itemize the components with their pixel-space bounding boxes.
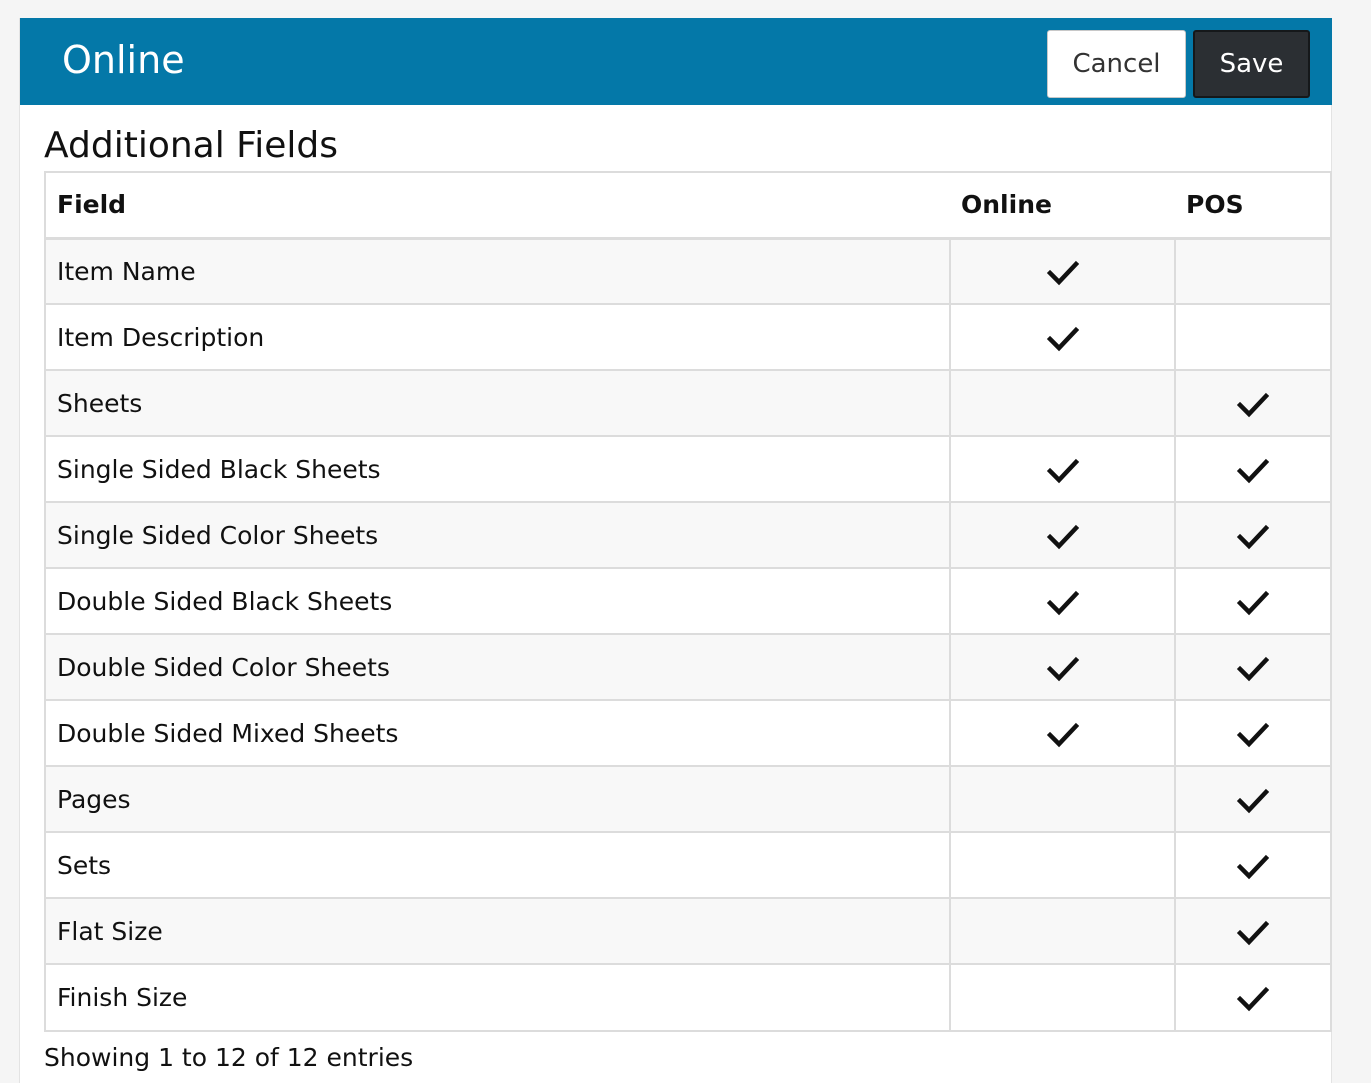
check-icon bbox=[1237, 983, 1269, 1012]
field-name-cell: Pages bbox=[46, 765, 950, 832]
check-icon bbox=[1046, 653, 1079, 682]
page-title: Online bbox=[62, 38, 185, 82]
table-row: Double Sided Color Sheets bbox=[46, 633, 1330, 700]
check-icon bbox=[1237, 389, 1269, 418]
column-header-online[interactable]: Online bbox=[950, 173, 1175, 240]
field-name-cell: Double Sided Black Sheets bbox=[46, 567, 950, 634]
save-button[interactable]: Save bbox=[1193, 30, 1310, 98]
panel-header: Online Cancel Save bbox=[20, 18, 1332, 105]
table-row: Item Description bbox=[46, 303, 1330, 370]
table-row: Item Name bbox=[46, 238, 1330, 304]
check-icon bbox=[1237, 917, 1269, 946]
field-name-cell: Single Sided Color Sheets bbox=[46, 501, 950, 568]
table-body: Item Name Item Description Sheets Single Si… bbox=[46, 238, 1330, 1030]
table-row: Sheets bbox=[46, 369, 1330, 436]
table-row: Flat Size bbox=[46, 897, 1330, 964]
check-icon bbox=[1237, 653, 1269, 682]
pos-cell bbox=[1174, 435, 1330, 502]
table-info: Showing 1 to 12 of 12 entries bbox=[44, 1043, 414, 1072]
pos-cell bbox=[1174, 369, 1330, 436]
online-cell bbox=[949, 303, 1175, 370]
pos-cell bbox=[1174, 501, 1330, 568]
table-row: Sets bbox=[46, 831, 1330, 898]
field-name-cell: Double Sided Color Sheets bbox=[46, 633, 950, 700]
pos-cell bbox=[1174, 699, 1330, 766]
field-name-cell: Flat Size bbox=[46, 897, 950, 964]
column-header-pos[interactable]: POS bbox=[1175, 173, 1330, 240]
online-cell bbox=[949, 963, 1175, 1030]
online-cell bbox=[949, 633, 1175, 700]
additional-fields-table: Field Online POS Item Name Item Descripti… bbox=[44, 171, 1332, 1032]
column-header-field[interactable]: Field bbox=[46, 173, 950, 240]
field-name-cell: Item Name bbox=[46, 238, 950, 304]
online-cell bbox=[949, 897, 1175, 964]
check-icon bbox=[1237, 455, 1269, 484]
check-icon bbox=[1046, 719, 1079, 748]
pos-cell bbox=[1174, 633, 1330, 700]
section-title: Additional Fields bbox=[44, 125, 339, 166]
pos-cell bbox=[1174, 765, 1330, 832]
check-icon bbox=[1237, 587, 1269, 616]
online-cell bbox=[949, 567, 1175, 634]
online-cell bbox=[949, 369, 1175, 436]
online-cell bbox=[949, 765, 1175, 832]
check-icon bbox=[1237, 851, 1269, 880]
check-icon bbox=[1046, 455, 1079, 484]
table-header-row: Field Online POS bbox=[46, 173, 1330, 240]
table-row: Double Sided Black Sheets bbox=[46, 567, 1330, 634]
table-row: Pages bbox=[46, 765, 1330, 832]
online-cell bbox=[949, 435, 1175, 502]
table-row: Double Sided Mixed Sheets bbox=[46, 699, 1330, 766]
check-icon bbox=[1046, 323, 1079, 352]
pos-cell bbox=[1174, 303, 1330, 370]
pos-cell bbox=[1174, 963, 1330, 1030]
table-row: Single Sided Black Sheets bbox=[46, 435, 1330, 502]
field-name-cell: Double Sided Mixed Sheets bbox=[46, 699, 950, 766]
pos-cell bbox=[1174, 831, 1330, 898]
pos-cell bbox=[1174, 897, 1330, 964]
online-cell bbox=[949, 699, 1175, 766]
online-cell bbox=[949, 831, 1175, 898]
edit-panel: Online Cancel Save Additional Fields Fie… bbox=[19, 18, 1332, 1083]
check-icon bbox=[1237, 719, 1269, 748]
check-icon bbox=[1046, 521, 1079, 550]
cancel-button[interactable]: Cancel bbox=[1047, 30, 1186, 98]
pos-cell bbox=[1174, 238, 1330, 304]
field-name-cell: Finish Size bbox=[46, 963, 950, 1030]
pos-cell bbox=[1174, 567, 1330, 634]
online-cell bbox=[949, 501, 1175, 568]
online-cell bbox=[949, 238, 1175, 304]
field-name-cell: Single Sided Black Sheets bbox=[46, 435, 950, 502]
check-icon bbox=[1046, 587, 1079, 616]
field-name-cell: Sheets bbox=[46, 369, 950, 436]
check-icon bbox=[1046, 257, 1079, 286]
table-row: Finish Size bbox=[46, 963, 1330, 1030]
check-icon bbox=[1237, 521, 1269, 550]
field-name-cell: Item Description bbox=[46, 303, 950, 370]
check-icon bbox=[1237, 785, 1269, 814]
table-row: Single Sided Color Sheets bbox=[46, 501, 1330, 568]
field-name-cell: Sets bbox=[46, 831, 950, 898]
